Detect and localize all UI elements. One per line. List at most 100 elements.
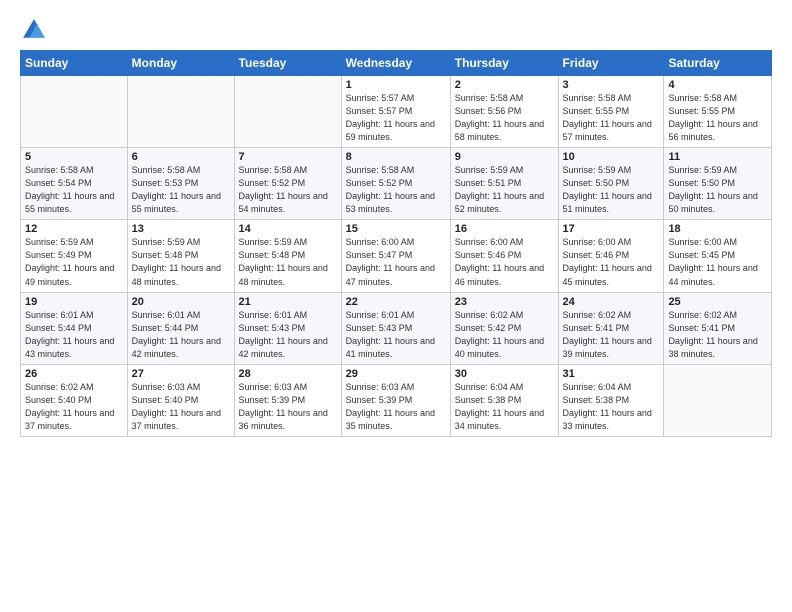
- day-number: 17: [563, 223, 660, 235]
- day-number: 6: [132, 151, 230, 163]
- calendar-cell: 1Sunrise: 5:57 AMSunset: 5:57 PMDaylight…: [341, 76, 450, 148]
- day-number: 14: [239, 223, 337, 235]
- calendar-week-1: 1Sunrise: 5:57 AMSunset: 5:57 PMDaylight…: [21, 76, 772, 148]
- cell-sun-info: Sunrise: 6:00 AMSunset: 5:45 PMDaylight:…: [668, 236, 767, 288]
- day-number: 8: [346, 151, 446, 163]
- calendar-cell: 21Sunrise: 6:01 AMSunset: 5:43 PMDayligh…: [234, 292, 341, 364]
- day-number: 13: [132, 223, 230, 235]
- calendar-cell: 6Sunrise: 5:58 AMSunset: 5:53 PMDaylight…: [127, 148, 234, 220]
- cell-sun-info: Sunrise: 5:58 AMSunset: 5:53 PMDaylight:…: [132, 164, 230, 216]
- day-number: 7: [239, 151, 337, 163]
- calendar-cell: 10Sunrise: 5:59 AMSunset: 5:50 PMDayligh…: [558, 148, 664, 220]
- cell-sun-info: Sunrise: 5:58 AMSunset: 5:52 PMDaylight:…: [239, 164, 337, 216]
- day-number: 24: [563, 296, 660, 308]
- weekday-header-row: SundayMondayTuesdayWednesdayThursdayFrid…: [21, 51, 772, 76]
- weekday-header-thursday: Thursday: [450, 51, 558, 76]
- weekday-header-saturday: Saturday: [664, 51, 772, 76]
- calendar-week-5: 26Sunrise: 6:02 AMSunset: 5:40 PMDayligh…: [21, 364, 772, 436]
- day-number: 28: [239, 368, 337, 380]
- cell-sun-info: Sunrise: 6:02 AMSunset: 5:41 PMDaylight:…: [563, 309, 660, 361]
- day-number: 31: [563, 368, 660, 380]
- calendar-week-4: 19Sunrise: 6:01 AMSunset: 5:44 PMDayligh…: [21, 292, 772, 364]
- calendar-cell: 5Sunrise: 5:58 AMSunset: 5:54 PMDaylight…: [21, 148, 128, 220]
- calendar-cell: 14Sunrise: 5:59 AMSunset: 5:48 PMDayligh…: [234, 220, 341, 292]
- calendar-cell: 29Sunrise: 6:03 AMSunset: 5:39 PMDayligh…: [341, 364, 450, 436]
- calendar-cell: 19Sunrise: 6:01 AMSunset: 5:44 PMDayligh…: [21, 292, 128, 364]
- day-number: 10: [563, 151, 660, 163]
- weekday-header-friday: Friday: [558, 51, 664, 76]
- cell-sun-info: Sunrise: 6:02 AMSunset: 5:42 PMDaylight:…: [455, 309, 554, 361]
- calendar-cell: 8Sunrise: 5:58 AMSunset: 5:52 PMDaylight…: [341, 148, 450, 220]
- calendar-cell: 4Sunrise: 5:58 AMSunset: 5:55 PMDaylight…: [664, 76, 772, 148]
- header: [20, 16, 772, 44]
- cell-sun-info: Sunrise: 5:58 AMSunset: 5:55 PMDaylight:…: [563, 92, 660, 144]
- cell-sun-info: Sunrise: 6:00 AMSunset: 5:47 PMDaylight:…: [346, 236, 446, 288]
- calendar-cell: 17Sunrise: 6:00 AMSunset: 5:46 PMDayligh…: [558, 220, 664, 292]
- day-number: 20: [132, 296, 230, 308]
- day-number: 2: [455, 79, 554, 91]
- cell-sun-info: Sunrise: 6:01 AMSunset: 5:44 PMDaylight:…: [132, 309, 230, 361]
- day-number: 3: [563, 79, 660, 91]
- calendar-cell: 31Sunrise: 6:04 AMSunset: 5:38 PMDayligh…: [558, 364, 664, 436]
- day-number: 21: [239, 296, 337, 308]
- calendar-cell: 22Sunrise: 6:01 AMSunset: 5:43 PMDayligh…: [341, 292, 450, 364]
- calendar-cell: 16Sunrise: 6:00 AMSunset: 5:46 PMDayligh…: [450, 220, 558, 292]
- calendar-table: SundayMondayTuesdayWednesdayThursdayFrid…: [20, 50, 772, 437]
- cell-sun-info: Sunrise: 5:57 AMSunset: 5:57 PMDaylight:…: [346, 92, 446, 144]
- day-number: 27: [132, 368, 230, 380]
- cell-sun-info: Sunrise: 6:04 AMSunset: 5:38 PMDaylight:…: [563, 381, 660, 433]
- day-number: 18: [668, 223, 767, 235]
- calendar-cell: 26Sunrise: 6:02 AMSunset: 5:40 PMDayligh…: [21, 364, 128, 436]
- calendar-cell: 7Sunrise: 5:58 AMSunset: 5:52 PMDaylight…: [234, 148, 341, 220]
- cell-sun-info: Sunrise: 6:02 AMSunset: 5:40 PMDaylight:…: [25, 381, 123, 433]
- cell-sun-info: Sunrise: 6:00 AMSunset: 5:46 PMDaylight:…: [455, 236, 554, 288]
- cell-sun-info: Sunrise: 6:01 AMSunset: 5:44 PMDaylight:…: [25, 309, 123, 361]
- cell-sun-info: Sunrise: 5:59 AMSunset: 5:49 PMDaylight:…: [25, 236, 123, 288]
- cell-sun-info: Sunrise: 6:03 AMSunset: 5:39 PMDaylight:…: [346, 381, 446, 433]
- weekday-header-sunday: Sunday: [21, 51, 128, 76]
- cell-sun-info: Sunrise: 5:59 AMSunset: 5:48 PMDaylight:…: [132, 236, 230, 288]
- day-number: 19: [25, 296, 123, 308]
- calendar-cell: 28Sunrise: 6:03 AMSunset: 5:39 PMDayligh…: [234, 364, 341, 436]
- calendar-cell: [127, 76, 234, 148]
- calendar-cell: 2Sunrise: 5:58 AMSunset: 5:56 PMDaylight…: [450, 76, 558, 148]
- calendar-cell: 3Sunrise: 5:58 AMSunset: 5:55 PMDaylight…: [558, 76, 664, 148]
- calendar-week-2: 5Sunrise: 5:58 AMSunset: 5:54 PMDaylight…: [21, 148, 772, 220]
- calendar-cell: 11Sunrise: 5:59 AMSunset: 5:50 PMDayligh…: [664, 148, 772, 220]
- day-number: 12: [25, 223, 123, 235]
- calendar-cell: 24Sunrise: 6:02 AMSunset: 5:41 PMDayligh…: [558, 292, 664, 364]
- cell-sun-info: Sunrise: 5:59 AMSunset: 5:50 PMDaylight:…: [668, 164, 767, 216]
- calendar-cell: [234, 76, 341, 148]
- cell-sun-info: Sunrise: 5:59 AMSunset: 5:51 PMDaylight:…: [455, 164, 554, 216]
- cell-sun-info: Sunrise: 6:01 AMSunset: 5:43 PMDaylight:…: [239, 309, 337, 361]
- cell-sun-info: Sunrise: 5:58 AMSunset: 5:54 PMDaylight:…: [25, 164, 123, 216]
- page: SundayMondayTuesdayWednesdayThursdayFrid…: [0, 0, 792, 612]
- calendar-cell: 9Sunrise: 5:59 AMSunset: 5:51 PMDaylight…: [450, 148, 558, 220]
- calendar-cell: 27Sunrise: 6:03 AMSunset: 5:40 PMDayligh…: [127, 364, 234, 436]
- day-number: 26: [25, 368, 123, 380]
- day-number: 30: [455, 368, 554, 380]
- day-number: 16: [455, 223, 554, 235]
- logo-icon: [20, 16, 48, 44]
- calendar-cell: 25Sunrise: 6:02 AMSunset: 5:41 PMDayligh…: [664, 292, 772, 364]
- calendar-cell: 18Sunrise: 6:00 AMSunset: 5:45 PMDayligh…: [664, 220, 772, 292]
- weekday-header-monday: Monday: [127, 51, 234, 76]
- calendar-cell: 12Sunrise: 5:59 AMSunset: 5:49 PMDayligh…: [21, 220, 128, 292]
- calendar-cell: 13Sunrise: 5:59 AMSunset: 5:48 PMDayligh…: [127, 220, 234, 292]
- day-number: 25: [668, 296, 767, 308]
- cell-sun-info: Sunrise: 6:01 AMSunset: 5:43 PMDaylight:…: [346, 309, 446, 361]
- day-number: 11: [668, 151, 767, 163]
- calendar-cell: 23Sunrise: 6:02 AMSunset: 5:42 PMDayligh…: [450, 292, 558, 364]
- day-number: 22: [346, 296, 446, 308]
- cell-sun-info: Sunrise: 6:03 AMSunset: 5:39 PMDaylight:…: [239, 381, 337, 433]
- calendar-cell: [664, 364, 772, 436]
- calendar-cell: 15Sunrise: 6:00 AMSunset: 5:47 PMDayligh…: [341, 220, 450, 292]
- day-number: 23: [455, 296, 554, 308]
- day-number: 5: [25, 151, 123, 163]
- cell-sun-info: Sunrise: 6:02 AMSunset: 5:41 PMDaylight:…: [668, 309, 767, 361]
- cell-sun-info: Sunrise: 5:58 AMSunset: 5:56 PMDaylight:…: [455, 92, 554, 144]
- calendar-week-3: 12Sunrise: 5:59 AMSunset: 5:49 PMDayligh…: [21, 220, 772, 292]
- logo: [20, 16, 52, 44]
- day-number: 9: [455, 151, 554, 163]
- cell-sun-info: Sunrise: 6:00 AMSunset: 5:46 PMDaylight:…: [563, 236, 660, 288]
